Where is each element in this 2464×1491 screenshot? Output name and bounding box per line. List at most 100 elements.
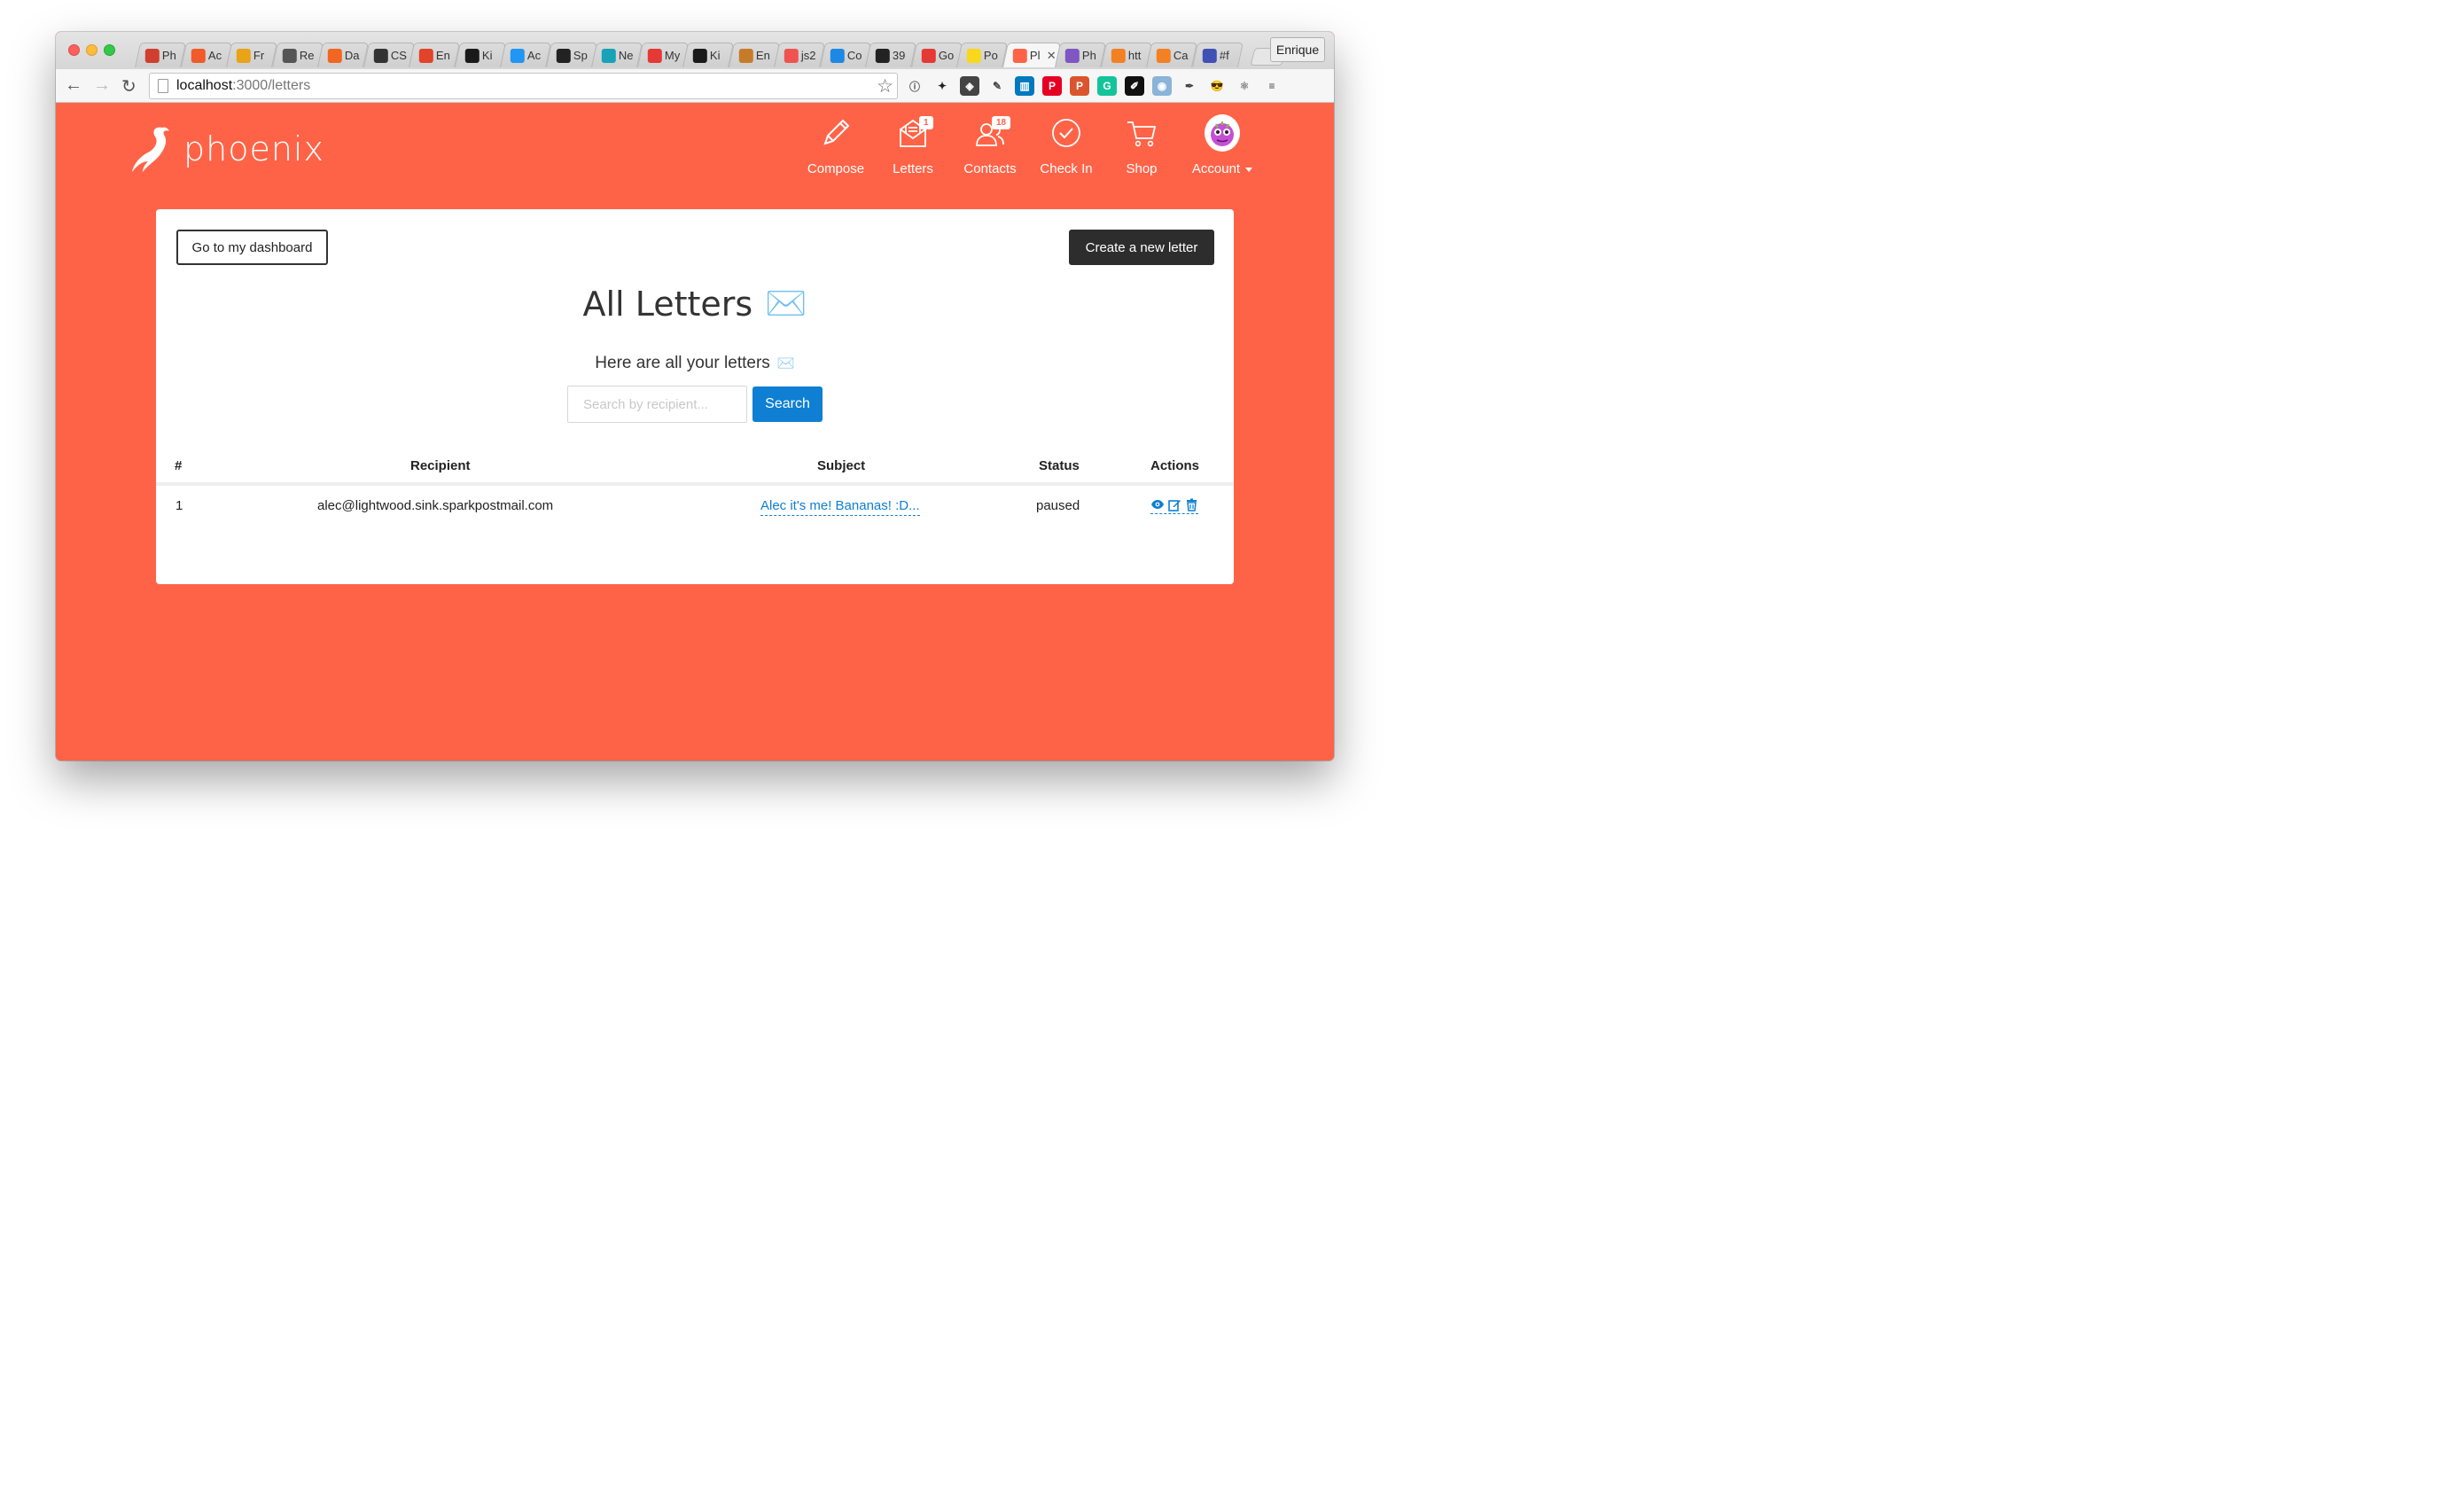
browser-tab[interactable]: En xyxy=(728,43,780,67)
browser-tab-label: CS xyxy=(390,49,407,62)
browser-tab-label: htt xyxy=(1127,49,1141,62)
browser-tab[interactable]: En xyxy=(409,43,460,67)
go-to-dashboard-button[interactable]: Go to my dashboard xyxy=(176,230,328,265)
nav-compose[interactable]: Compose xyxy=(796,115,876,176)
search-input[interactable] xyxy=(567,386,747,423)
column-header-subject: Subject xyxy=(817,458,866,473)
github-icon xyxy=(556,48,571,63)
browser-tab[interactable]: 39 xyxy=(865,43,916,67)
nav-contacts[interactable]: 18 Contacts xyxy=(950,115,1030,176)
browser-tab[interactable]: Po xyxy=(956,43,1008,67)
forward-arrow-icon[interactable]: → xyxy=(93,75,111,96)
top-nav: Compose 1 Letters 18 Contacts Check In S… xyxy=(56,114,1334,186)
browser-tab[interactable]: Ki xyxy=(682,43,734,67)
table-row: 1 alec@lightwood.sink.sparkpostmail.com … xyxy=(156,486,1234,528)
minimize-window-button[interactable] xyxy=(86,44,97,56)
browser-tab[interactable]: js2 xyxy=(774,43,825,67)
edit-square-icon[interactable]: ✐ xyxy=(1125,76,1144,96)
react-icon[interactable]: ⚛ xyxy=(1235,76,1254,96)
browser-window: Ph Ac Fr Re Da CS En Ki Ac Sp Ne My Ki En js2 Co 39 Go Po P… xyxy=(56,32,1334,761)
facebook-icon xyxy=(647,48,662,63)
browser-tab-label: Fr xyxy=(253,49,265,62)
nav-account[interactable]: Account xyxy=(1182,114,1262,176)
column-header-actions: Actions xyxy=(1150,458,1200,473)
edit-icon[interactable] xyxy=(1167,497,1181,511)
trello-icon xyxy=(144,48,160,63)
nav-compose-label: Compose xyxy=(807,161,865,176)
nav-checkin[interactable]: Check In xyxy=(1026,115,1106,176)
column-header-status: Status xyxy=(1039,458,1080,473)
browser-tab[interactable]: Da xyxy=(317,43,369,67)
evernote-icon[interactable]: ✎ xyxy=(987,76,1007,96)
view-eye-icon[interactable] xyxy=(1150,497,1165,511)
browser-tab[interactable]: htt xyxy=(1100,43,1152,67)
pocket-icon[interactable]: ◈ xyxy=(960,76,979,96)
paper-plane-icon xyxy=(236,48,251,63)
info-icon[interactable]: ⓘ xyxy=(905,76,924,96)
close-tab-icon[interactable]: ✕ xyxy=(1046,49,1056,63)
pin-icon[interactable]: ✦ xyxy=(932,76,952,96)
browser-tab[interactable]: Go xyxy=(910,43,963,67)
browser-tab-label: En xyxy=(435,49,450,62)
browser-tab[interactable]: My xyxy=(636,43,689,67)
trash-icon[interactable] xyxy=(1184,497,1198,511)
row-subject: Alec it's me! Bananas! :D... xyxy=(760,498,920,516)
browser-tab[interactable]: Pl ✕ xyxy=(1002,43,1061,67)
gitlab-icon xyxy=(418,48,433,63)
profile-button[interactable]: Enrique xyxy=(1270,37,1325,62)
trello-icon[interactable]: ▥ xyxy=(1015,76,1034,96)
producthunt-icon[interactable]: P xyxy=(1070,76,1089,96)
browser-tab-label: Re xyxy=(299,49,315,62)
browser-tab[interactable]: Ne xyxy=(591,43,643,67)
nav-letters-label: Letters xyxy=(893,161,933,176)
browser-tab[interactable]: Sp xyxy=(545,43,597,67)
pinterest-icon[interactable]: P xyxy=(1042,76,1062,96)
image-icon xyxy=(1064,48,1080,63)
menu-icon[interactable]: ≡ xyxy=(1262,76,1282,96)
tab-strip: Ph Ac Fr Re Da CS En Ki Ac Sp Ne My Ki En js2 Co 39 Go Po P… xyxy=(56,32,1334,69)
browser-tab[interactable]: #f xyxy=(1191,43,1244,67)
browser-tab-label: Ne xyxy=(618,49,634,62)
camera-icon[interactable]: ◉ xyxy=(1152,76,1172,96)
row-actions xyxy=(1150,497,1198,514)
create-letter-button[interactable]: Create a new letter xyxy=(1069,230,1214,265)
bookmark-star-icon[interactable]: ☆ xyxy=(877,75,893,98)
browser-tab-label: Co xyxy=(846,49,862,62)
sunglasses-emoji-icon[interactable]: 😎 xyxy=(1207,76,1227,96)
browser-tab[interactable]: Re xyxy=(271,43,324,67)
back-arrow-icon[interactable]: ← xyxy=(65,75,82,96)
tabs: Ph Ac Fr Re Da CS En Ki Ac Sp Ne My Ki En js2 Co 39 Go Po P… xyxy=(135,43,1287,69)
browser-tab-label: Po xyxy=(983,49,998,62)
reload-icon[interactable]: ↻ xyxy=(121,75,136,98)
subject-link[interactable]: Alec it's me! Bananas! :D... xyxy=(760,498,920,516)
browser-tab[interactable]: CS xyxy=(363,43,415,67)
browser-tab[interactable]: Ca xyxy=(1146,43,1197,67)
check-circle-icon xyxy=(1049,115,1084,151)
search-form: Search xyxy=(567,386,823,423)
eyedropper-icon[interactable]: ✒ xyxy=(1180,76,1199,96)
nav-letters[interactable]: 1 Letters xyxy=(873,115,953,176)
browser-tab[interactable]: Co xyxy=(819,43,871,67)
browser-tab[interactable]: Ac xyxy=(180,43,232,67)
browser-tab[interactable]: Ac xyxy=(500,43,551,67)
browser-tab-label: Pl xyxy=(1029,49,1040,62)
row-status: paused xyxy=(1036,498,1080,513)
table-header: # Recipient Subject Status Actions xyxy=(156,453,1234,486)
browser-tab[interactable]: Fr xyxy=(226,43,277,67)
account-label-text: Account xyxy=(1191,161,1241,176)
avatar xyxy=(1205,114,1240,152)
close-window-button[interactable] xyxy=(68,44,80,56)
nav-shop[interactable]: Shop xyxy=(1102,115,1181,176)
browser-tab[interactable]: Ph xyxy=(135,43,186,67)
page-title: All Letters ✉️ xyxy=(156,284,1234,324)
p-icon xyxy=(966,48,981,63)
browser-tab[interactable]: Ki xyxy=(454,43,506,67)
maximize-window-button[interactable] xyxy=(104,44,115,56)
address-bar[interactable]: localhost:3000/letters ☆ xyxy=(149,73,898,99)
diamond-icon xyxy=(510,48,525,63)
search-button[interactable]: Search xyxy=(752,386,823,422)
nav-account-label: Account xyxy=(1191,161,1253,176)
browser-toolbar: ← → ↻ localhost:3000/letters ☆ ⓘ ✦ ◈ ✎ ▥ P P G ✐… xyxy=(56,69,1334,103)
grammarly-icon[interactable]: G xyxy=(1097,76,1117,96)
browser-tab[interactable]: Ph xyxy=(1055,43,1106,67)
